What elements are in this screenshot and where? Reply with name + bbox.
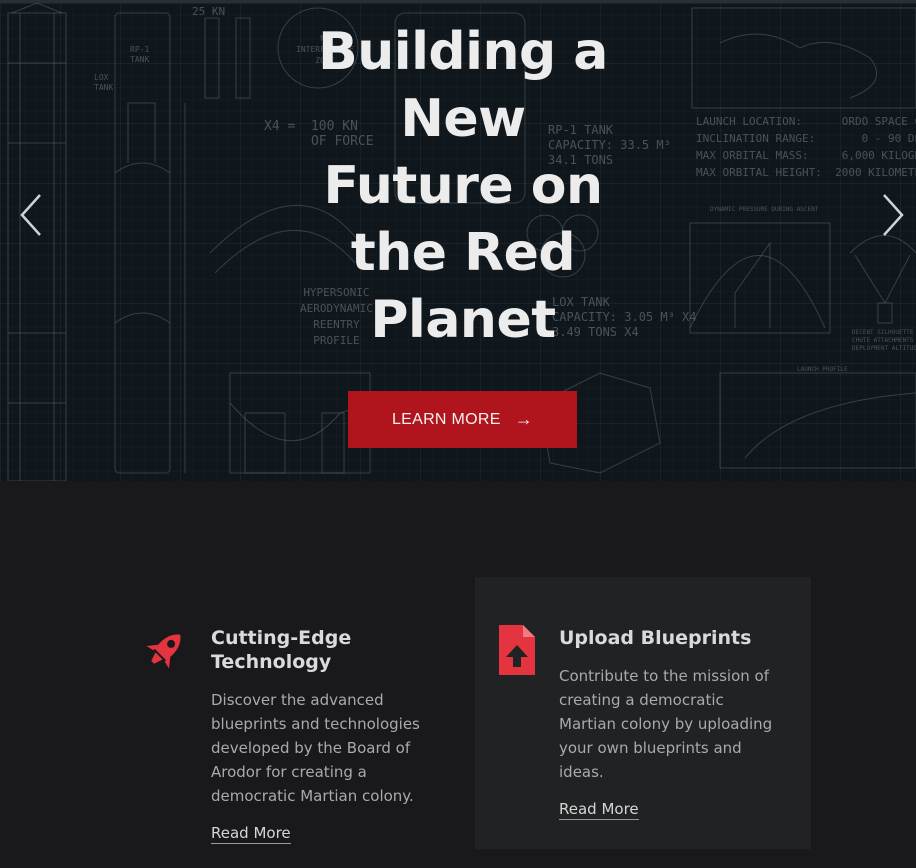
arrow-right-icon: → — [514, 409, 534, 429]
hero-banner: 25 KN NO INTERFERENCE ZONE RP-1 TANK LOX… — [0, 0, 916, 481]
feature-card-upload: Upload Blueprints Contribute to the miss… — [475, 577, 811, 849]
feature-title: Upload Blueprints — [559, 627, 752, 649]
read-more-link-technology[interactable]: Read More — [211, 824, 291, 844]
read-more-link-upload[interactable]: Read More — [559, 800, 639, 820]
learn-more-button[interactable]: LEARN MORE → — [348, 391, 577, 448]
rocket-icon — [146, 634, 181, 669]
feature-body: Cutting-Edge Technology Discover the adv… — [211, 626, 426, 844]
hero-title: Building a New Future on the Red Planet — [318, 22, 608, 350]
feature-description: Contribute to the mission of creating a … — [559, 667, 773, 781]
feature-body: Upload Blueprints Contribute to the miss… — [559, 626, 774, 820]
feature-description: Discover the advanced blueprints and tec… — [211, 691, 420, 805]
file-upload-icon — [499, 625, 535, 675]
feature-card-technology: Cutting-Edge Technology Discover the adv… — [123, 577, 459, 849]
feature-title: Cutting-Edge Technology — [211, 627, 352, 673]
carousel-next-icon[interactable] — [878, 193, 908, 237]
learn-more-label: LEARN MORE — [391, 410, 501, 428]
carousel-prev-icon[interactable] — [16, 193, 46, 237]
